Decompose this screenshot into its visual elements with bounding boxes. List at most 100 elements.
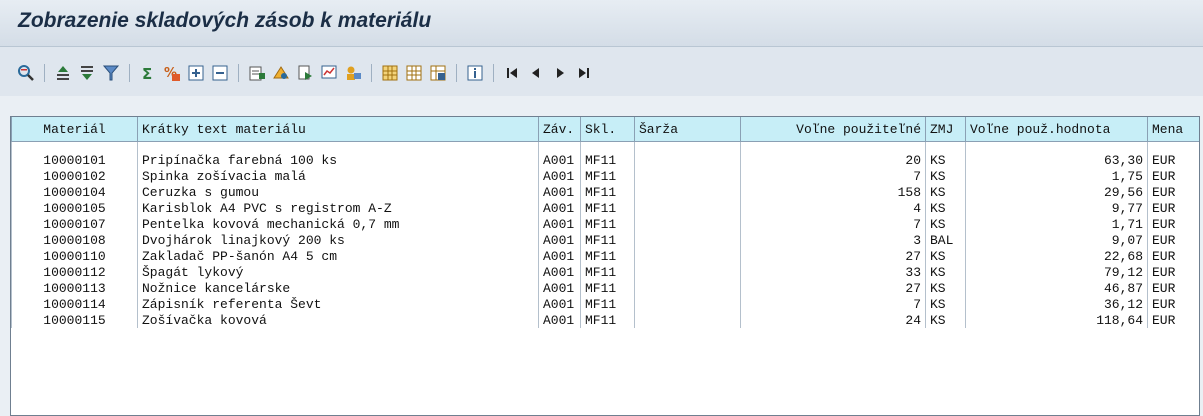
cell-batch[interactable]: [634, 312, 741, 328]
cell-material[interactable]: 10000108: [11, 232, 138, 248]
cell-short-text[interactable]: Pentelka kovová mechanická 0,7 mm: [137, 216, 539, 232]
cell-storage-location[interactable]: MF11: [580, 312, 635, 328]
cell-storage-location[interactable]: MF11: [580, 168, 635, 184]
column-header-short-text[interactable]: Krátky text materiálu: [137, 117, 539, 142]
cell-currency[interactable]: EUR: [1147, 264, 1199, 280]
cell-value[interactable]: 36,12: [965, 296, 1148, 312]
cell-plant[interactable]: A001: [538, 200, 581, 216]
cell-value[interactable]: 46,87: [965, 280, 1148, 296]
sort-ascending-icon[interactable]: [54, 64, 72, 82]
cell-unit[interactable]: KS: [925, 248, 966, 264]
column-header-unit[interactable]: ZMJ: [925, 117, 966, 142]
table-row[interactable]: 10000105 Karisblok A4 PVC s registrom A-Z…: [11, 200, 1199, 216]
expand-icon[interactable]: [187, 64, 205, 82]
table-row[interactable]: 10000110 Zakladač PP-šanón A4 5 cm A001 MF1…: [11, 248, 1199, 264]
filter-icon[interactable]: [102, 64, 120, 82]
column-header-batch[interactable]: Šarža: [634, 117, 741, 142]
cell-short-text[interactable]: Zakladač PP-šanón A4 5 cm: [137, 248, 539, 264]
column-header-storage-location[interactable]: Skl.: [580, 117, 635, 142]
mail-recipient-icon[interactable]: [344, 64, 362, 82]
cell-plant[interactable]: A001: [538, 216, 581, 232]
cell-unrestricted[interactable]: 27: [740, 248, 926, 264]
information-icon[interactable]: [466, 64, 484, 82]
graphic-icon[interactable]: [320, 64, 338, 82]
cell-unrestricted[interactable]: 158: [740, 184, 926, 200]
cell-plant[interactable]: A001: [538, 232, 581, 248]
table-row[interactable]: 10000113 Nožnice kancelárske A001 MF11 27 KS 4…: [11, 280, 1199, 296]
column-header-plant[interactable]: Záv.: [538, 117, 581, 142]
cell-currency[interactable]: EUR: [1147, 200, 1199, 216]
cell-material[interactable]: 10000102: [11, 168, 138, 184]
export-spreadsheet-icon[interactable]: [248, 64, 266, 82]
cell-plant[interactable]: A001: [538, 168, 581, 184]
cell-batch[interactable]: [634, 216, 741, 232]
table-row[interactable]: 10000102 Spinka zošívacia malá A001 MF11 7 KS…: [11, 168, 1199, 184]
save-layout-icon[interactable]: [429, 64, 447, 82]
cell-material[interactable]: 10000110: [11, 248, 138, 264]
cell-short-text[interactable]: Ceruzka s gumou: [137, 184, 539, 200]
change-layout-icon[interactable]: [381, 64, 399, 82]
sort-descending-icon[interactable]: [78, 64, 96, 82]
cell-currency[interactable]: EUR: [1147, 312, 1199, 328]
cell-currency[interactable]: EUR: [1147, 216, 1199, 232]
cell-storage-location[interactable]: MF11: [580, 200, 635, 216]
cell-plant[interactable]: A001: [538, 152, 581, 168]
cell-batch[interactable]: [634, 200, 741, 216]
next-page-icon[interactable]: [551, 64, 569, 82]
cell-currency[interactable]: EUR: [1147, 280, 1199, 296]
last-page-icon[interactable]: [575, 64, 593, 82]
cell-unrestricted[interactable]: 7: [740, 168, 926, 184]
cell-batch[interactable]: [634, 168, 741, 184]
cell-storage-location[interactable]: MF11: [580, 296, 635, 312]
cell-material[interactable]: 10000114: [11, 296, 138, 312]
table-row[interactable]: 10000107 Pentelka kovová mechanická 0,7 m…: [11, 216, 1199, 232]
cell-plant[interactable]: A001: [538, 312, 581, 328]
cell-material[interactable]: 10000107: [11, 216, 138, 232]
cell-batch[interactable]: [634, 184, 741, 200]
cell-storage-location[interactable]: MF11: [580, 216, 635, 232]
cell-unrestricted[interactable]: 3: [740, 232, 926, 248]
cell-unit[interactable]: BAL: [925, 232, 966, 248]
cell-plant[interactable]: A001: [538, 280, 581, 296]
select-layout-icon[interactable]: [405, 64, 423, 82]
cell-value[interactable]: 1,71: [965, 216, 1148, 232]
cell-value[interactable]: 63,30: [965, 152, 1148, 168]
cell-currency[interactable]: EUR: [1147, 168, 1199, 184]
cell-value[interactable]: 29,56: [965, 184, 1148, 200]
cell-unit[interactable]: KS: [925, 312, 966, 328]
table-row[interactable]: 10000112 Špagát lykový A001 MF11 33 KS 79,12 EU…: [11, 264, 1199, 280]
cell-batch[interactable]: [634, 232, 741, 248]
cell-storage-location[interactable]: MF11: [580, 248, 635, 264]
collapse-icon[interactable]: [211, 64, 229, 82]
cell-material[interactable]: 10000101: [11, 152, 138, 168]
cell-value[interactable]: 79,12: [965, 264, 1148, 280]
cell-unit[interactable]: KS: [925, 264, 966, 280]
table-row[interactable]: 10000104 Ceruzka s gumou A001 MF11 158 KS 29,5…: [11, 184, 1199, 200]
table-row[interactable]: 10000114 Zápisník referenta Ševt A001 MF11 7…: [11, 296, 1199, 312]
subtotal-icon[interactable]: %: [163, 64, 181, 82]
cell-storage-location[interactable]: MF11: [580, 152, 635, 168]
cell-unit[interactable]: KS: [925, 216, 966, 232]
cell-value[interactable]: 9,07: [965, 232, 1148, 248]
table-row[interactable]: 10000101 Pripínačka farebná 100 ks A001 MF1…: [11, 152, 1199, 168]
cell-storage-location[interactable]: MF11: [580, 280, 635, 296]
cell-short-text[interactable]: Spinka zošívacia malá: [137, 168, 539, 184]
cell-value[interactable]: 1,75: [965, 168, 1148, 184]
cell-batch[interactable]: [634, 152, 741, 168]
first-page-icon[interactable]: [503, 64, 521, 82]
cell-currency[interactable]: EUR: [1147, 296, 1199, 312]
cell-batch[interactable]: [634, 280, 741, 296]
table-row[interactable]: 10000115 Zošívačka kovová A001 MF11 24 KS 118,…: [11, 312, 1199, 328]
cell-plant[interactable]: A001: [538, 296, 581, 312]
cell-value[interactable]: 9,77: [965, 200, 1148, 216]
total-icon[interactable]: Σ: [139, 64, 157, 82]
cell-currency[interactable]: EUR: [1147, 232, 1199, 248]
cell-material[interactable]: 10000115: [11, 312, 138, 328]
cell-storage-location[interactable]: MF11: [580, 184, 635, 200]
cell-short-text[interactable]: Nožnice kancelárske: [137, 280, 539, 296]
cell-unrestricted[interactable]: 27: [740, 280, 926, 296]
cell-unit[interactable]: KS: [925, 184, 966, 200]
abc-analysis-icon[interactable]: [272, 64, 290, 82]
cell-material[interactable]: 10000113: [11, 280, 138, 296]
cell-currency[interactable]: EUR: [1147, 184, 1199, 200]
